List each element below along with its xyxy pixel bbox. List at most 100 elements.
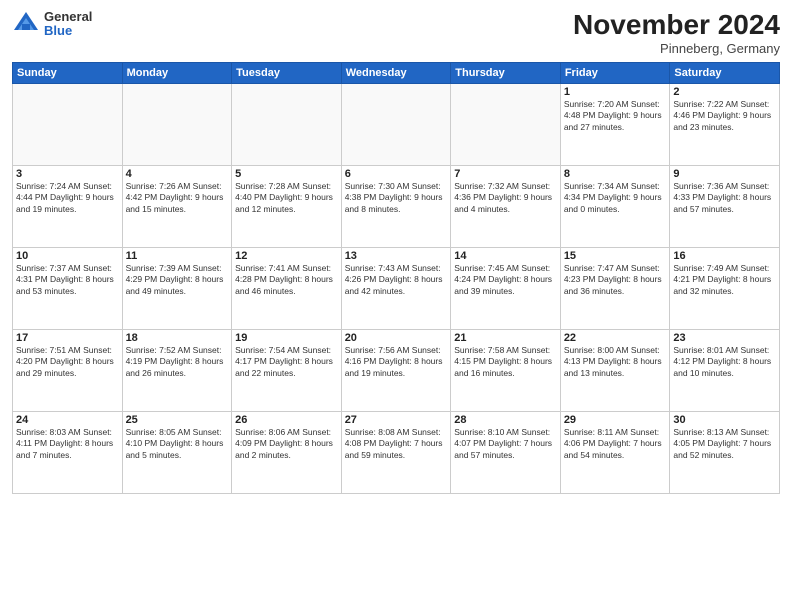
table-row: 12Sunrise: 7:41 AM Sunset: 4:28 PM Dayli… <box>232 247 342 329</box>
day-number: 3 <box>16 168 119 180</box>
logo-text: General Blue <box>44 10 92 39</box>
day-info: Sunrise: 7:52 AM Sunset: 4:19 PM Dayligh… <box>126 345 229 379</box>
day-info: Sunrise: 8:03 AM Sunset: 4:11 PM Dayligh… <box>16 427 119 461</box>
table-row: 26Sunrise: 8:06 AM Sunset: 4:09 PM Dayli… <box>232 411 342 493</box>
day-number: 20 <box>345 332 448 344</box>
logo: General Blue <box>12 10 92 39</box>
day-info: Sunrise: 8:00 AM Sunset: 4:13 PM Dayligh… <box>564 345 667 379</box>
day-info: Sunrise: 7:26 AM Sunset: 4:42 PM Dayligh… <box>126 181 229 215</box>
table-row <box>13 83 123 165</box>
day-info: Sunrise: 7:47 AM Sunset: 4:23 PM Dayligh… <box>564 263 667 297</box>
table-row: 30Sunrise: 8:13 AM Sunset: 4:05 PM Dayli… <box>670 411 780 493</box>
day-info: Sunrise: 7:51 AM Sunset: 4:20 PM Dayligh… <box>16 345 119 379</box>
day-number: 5 <box>235 168 338 180</box>
table-row: 3Sunrise: 7:24 AM Sunset: 4:44 PM Daylig… <box>13 165 123 247</box>
day-number: 16 <box>673 250 776 262</box>
day-info: Sunrise: 8:05 AM Sunset: 4:10 PM Dayligh… <box>126 427 229 461</box>
day-info: Sunrise: 8:08 AM Sunset: 4:08 PM Dayligh… <box>345 427 448 461</box>
day-number: 30 <box>673 414 776 426</box>
col-wednesday: Wednesday <box>341 62 451 83</box>
table-row: 7Sunrise: 7:32 AM Sunset: 4:36 PM Daylig… <box>451 165 561 247</box>
table-row <box>122 83 232 165</box>
day-number: 6 <box>345 168 448 180</box>
day-info: Sunrise: 8:06 AM Sunset: 4:09 PM Dayligh… <box>235 427 338 461</box>
day-info: Sunrise: 7:56 AM Sunset: 4:16 PM Dayligh… <box>345 345 448 379</box>
day-info: Sunrise: 7:39 AM Sunset: 4:29 PM Dayligh… <box>126 263 229 297</box>
calendar-table: Sunday Monday Tuesday Wednesday Thursday… <box>12 62 780 494</box>
day-info: Sunrise: 8:13 AM Sunset: 4:05 PM Dayligh… <box>673 427 776 461</box>
day-number: 7 <box>454 168 557 180</box>
table-row: 2Sunrise: 7:22 AM Sunset: 4:46 PM Daylig… <box>670 83 780 165</box>
day-info: Sunrise: 7:49 AM Sunset: 4:21 PM Dayligh… <box>673 263 776 297</box>
day-info: Sunrise: 7:58 AM Sunset: 4:15 PM Dayligh… <box>454 345 557 379</box>
day-info: Sunrise: 7:22 AM Sunset: 4:46 PM Dayligh… <box>673 99 776 133</box>
logo-icon <box>12 10 40 38</box>
logo-blue: Blue <box>44 24 92 38</box>
col-tuesday: Tuesday <box>232 62 342 83</box>
day-info: Sunrise: 7:32 AM Sunset: 4:36 PM Dayligh… <box>454 181 557 215</box>
day-number: 11 <box>126 250 229 262</box>
table-row: 25Sunrise: 8:05 AM Sunset: 4:10 PM Dayli… <box>122 411 232 493</box>
day-number: 13 <box>345 250 448 262</box>
day-number: 27 <box>345 414 448 426</box>
day-number: 23 <box>673 332 776 344</box>
table-row: 18Sunrise: 7:52 AM Sunset: 4:19 PM Dayli… <box>122 329 232 411</box>
col-friday: Friday <box>560 62 670 83</box>
table-row: 5Sunrise: 7:28 AM Sunset: 4:40 PM Daylig… <box>232 165 342 247</box>
day-number: 10 <box>16 250 119 262</box>
day-info: Sunrise: 7:45 AM Sunset: 4:24 PM Dayligh… <box>454 263 557 297</box>
table-row: 23Sunrise: 8:01 AM Sunset: 4:12 PM Dayli… <box>670 329 780 411</box>
col-sunday: Sunday <box>13 62 123 83</box>
day-info: Sunrise: 7:30 AM Sunset: 4:38 PM Dayligh… <box>345 181 448 215</box>
day-number: 21 <box>454 332 557 344</box>
calendar-header-row: Sunday Monday Tuesday Wednesday Thursday… <box>13 62 780 83</box>
table-row: 14Sunrise: 7:45 AM Sunset: 4:24 PM Dayli… <box>451 247 561 329</box>
day-number: 1 <box>564 86 667 98</box>
table-row: 16Sunrise: 7:49 AM Sunset: 4:21 PM Dayli… <box>670 247 780 329</box>
table-row <box>232 83 342 165</box>
table-row: 19Sunrise: 7:54 AM Sunset: 4:17 PM Dayli… <box>232 329 342 411</box>
table-row: 1Sunrise: 7:20 AM Sunset: 4:48 PM Daylig… <box>560 83 670 165</box>
page-container: General Blue November 2024 Pinneberg, Ge… <box>0 0 792 612</box>
table-row <box>341 83 451 165</box>
day-number: 29 <box>564 414 667 426</box>
day-info: Sunrise: 8:01 AM Sunset: 4:12 PM Dayligh… <box>673 345 776 379</box>
day-info: Sunrise: 7:54 AM Sunset: 4:17 PM Dayligh… <box>235 345 338 379</box>
month-title: November 2024 <box>573 10 780 41</box>
table-row: 8Sunrise: 7:34 AM Sunset: 4:34 PM Daylig… <box>560 165 670 247</box>
day-number: 18 <box>126 332 229 344</box>
day-number: 14 <box>454 250 557 262</box>
table-row: 27Sunrise: 8:08 AM Sunset: 4:08 PM Dayli… <box>341 411 451 493</box>
day-info: Sunrise: 7:24 AM Sunset: 4:44 PM Dayligh… <box>16 181 119 215</box>
day-info: Sunrise: 7:36 AM Sunset: 4:33 PM Dayligh… <box>673 181 776 215</box>
location-subtitle: Pinneberg, Germany <box>573 41 780 56</box>
col-saturday: Saturday <box>670 62 780 83</box>
table-row: 10Sunrise: 7:37 AM Sunset: 4:31 PM Dayli… <box>13 247 123 329</box>
table-row: 15Sunrise: 7:47 AM Sunset: 4:23 PM Dayli… <box>560 247 670 329</box>
col-monday: Monday <box>122 62 232 83</box>
day-info: Sunrise: 7:28 AM Sunset: 4:40 PM Dayligh… <box>235 181 338 215</box>
day-number: 12 <box>235 250 338 262</box>
title-block: November 2024 Pinneberg, Germany <box>573 10 780 56</box>
page-header: General Blue November 2024 Pinneberg, Ge… <box>12 10 780 56</box>
day-number: 28 <box>454 414 557 426</box>
table-row: 6Sunrise: 7:30 AM Sunset: 4:38 PM Daylig… <box>341 165 451 247</box>
table-row: 17Sunrise: 7:51 AM Sunset: 4:20 PM Dayli… <box>13 329 123 411</box>
table-row: 29Sunrise: 8:11 AM Sunset: 4:06 PM Dayli… <box>560 411 670 493</box>
day-info: Sunrise: 7:43 AM Sunset: 4:26 PM Dayligh… <box>345 263 448 297</box>
logo-general: General <box>44 10 92 24</box>
day-info: Sunrise: 8:11 AM Sunset: 4:06 PM Dayligh… <box>564 427 667 461</box>
col-thursday: Thursday <box>451 62 561 83</box>
day-number: 26 <box>235 414 338 426</box>
table-row: 4Sunrise: 7:26 AM Sunset: 4:42 PM Daylig… <box>122 165 232 247</box>
table-row: 21Sunrise: 7:58 AM Sunset: 4:15 PM Dayli… <box>451 329 561 411</box>
table-row: 11Sunrise: 7:39 AM Sunset: 4:29 PM Dayli… <box>122 247 232 329</box>
table-row: 24Sunrise: 8:03 AM Sunset: 4:11 PM Dayli… <box>13 411 123 493</box>
day-info: Sunrise: 8:10 AM Sunset: 4:07 PM Dayligh… <box>454 427 557 461</box>
day-number: 9 <box>673 168 776 180</box>
table-row: 13Sunrise: 7:43 AM Sunset: 4:26 PM Dayli… <box>341 247 451 329</box>
table-row: 22Sunrise: 8:00 AM Sunset: 4:13 PM Dayli… <box>560 329 670 411</box>
day-number: 25 <box>126 414 229 426</box>
day-number: 8 <box>564 168 667 180</box>
day-info: Sunrise: 7:41 AM Sunset: 4:28 PM Dayligh… <box>235 263 338 297</box>
